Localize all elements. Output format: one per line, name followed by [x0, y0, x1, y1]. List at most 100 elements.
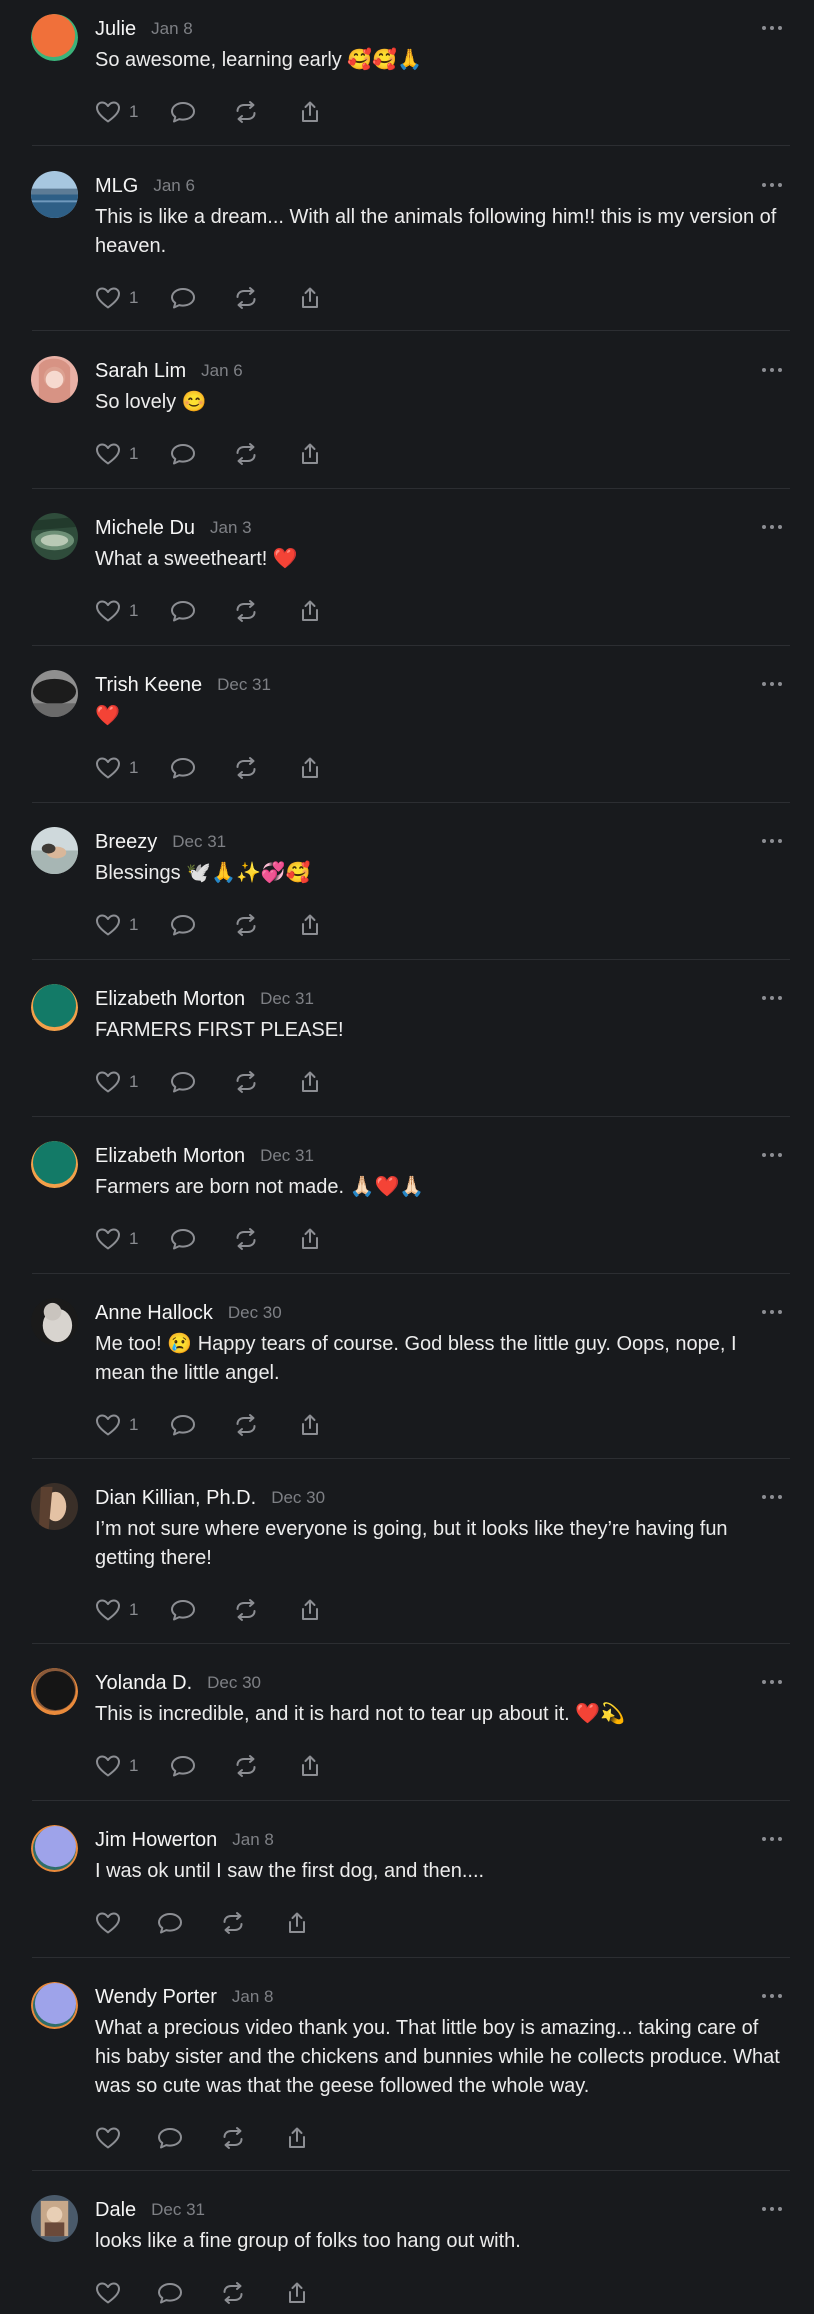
- avatar[interactable]: [31, 984, 78, 1031]
- reply-button[interactable]: [170, 910, 196, 940]
- author-name[interactable]: Elizabeth Morton: [95, 988, 245, 1011]
- avatar[interactable]: [31, 1298, 78, 1345]
- more-options-icon[interactable]: [760, 521, 784, 533]
- like-button[interactable]: 1: [95, 1224, 138, 1254]
- repost-button[interactable]: [233, 1067, 259, 1097]
- more-options-icon[interactable]: [760, 364, 784, 376]
- reply-button[interactable]: [170, 283, 196, 313]
- avatar[interactable]: [31, 171, 78, 218]
- author-name[interactable]: Sarah Lim: [95, 360, 186, 383]
- like-button[interactable]: 1: [95, 1751, 138, 1781]
- repost-button[interactable]: [233, 97, 259, 127]
- avatar[interactable]: [31, 14, 78, 61]
- avatar[interactable]: [31, 827, 78, 874]
- more-options-icon[interactable]: [760, 1990, 784, 2002]
- author-name[interactable]: Dale: [95, 2199, 136, 2222]
- more-options-icon[interactable]: [760, 678, 784, 690]
- author-name[interactable]: Yolanda D.: [95, 1672, 192, 1695]
- like-button[interactable]: 1: [95, 283, 138, 313]
- more-options-icon[interactable]: [760, 179, 784, 191]
- more-options-icon[interactable]: [760, 1491, 784, 1503]
- share-button[interactable]: [297, 596, 323, 626]
- avatar[interactable]: [31, 1825, 78, 1872]
- repost-button[interactable]: [233, 283, 259, 313]
- share-button[interactable]: [297, 1067, 323, 1097]
- repost-button[interactable]: [220, 1908, 246, 1938]
- reply-button[interactable]: [157, 2278, 183, 2308]
- reply-button[interactable]: [170, 753, 196, 783]
- repost-button[interactable]: [233, 910, 259, 940]
- share-button[interactable]: [284, 1908, 310, 1938]
- like-button[interactable]: 1: [95, 1067, 138, 1097]
- like-button[interactable]: 1: [95, 910, 138, 940]
- reply-button[interactable]: [170, 97, 196, 127]
- avatar[interactable]: [31, 356, 78, 403]
- like-button[interactable]: 1: [95, 97, 138, 127]
- more-options-icon[interactable]: [760, 1306, 784, 1318]
- avatar[interactable]: [31, 513, 78, 560]
- avatar[interactable]: [31, 1141, 78, 1188]
- reply-button[interactable]: [170, 1410, 196, 1440]
- share-button[interactable]: [297, 1751, 323, 1781]
- like-button[interactable]: 1: [95, 1410, 138, 1440]
- share-button[interactable]: [284, 2123, 310, 2153]
- repost-button[interactable]: [233, 439, 259, 469]
- share-button[interactable]: [297, 439, 323, 469]
- like-button[interactable]: [95, 2123, 121, 2153]
- divider: [32, 1957, 790, 1958]
- like-count: 1: [129, 915, 139, 934]
- author-name[interactable]: Jim Howerton: [95, 1829, 217, 1852]
- author-name[interactable]: Breezy: [95, 831, 157, 854]
- share-button[interactable]: [297, 1410, 323, 1440]
- like-button[interactable]: 1: [95, 753, 138, 783]
- avatar[interactable]: [31, 1982, 78, 2029]
- reply-button[interactable]: [170, 1751, 196, 1781]
- share-button[interactable]: [284, 2278, 310, 2308]
- like-button[interactable]: [95, 1908, 121, 1938]
- like-button[interactable]: 1: [95, 596, 138, 626]
- repost-button[interactable]: [233, 753, 259, 783]
- avatar[interactable]: [31, 1483, 78, 1530]
- share-button[interactable]: [297, 753, 323, 783]
- repost-button[interactable]: [233, 1751, 259, 1781]
- more-options-icon[interactable]: [760, 1149, 784, 1161]
- more-options-icon[interactable]: [760, 992, 784, 1004]
- avatar[interactable]: [31, 670, 78, 717]
- repost-button[interactable]: [220, 2278, 246, 2308]
- repost-button[interactable]: [220, 2123, 246, 2153]
- repost-button[interactable]: [233, 596, 259, 626]
- share-button[interactable]: [297, 1595, 323, 1625]
- author-name[interactable]: Michele Du: [95, 517, 195, 540]
- reply-button[interactable]: [170, 1067, 196, 1097]
- reply-button[interactable]: [157, 2123, 183, 2153]
- author-name[interactable]: Elizabeth Morton: [95, 1145, 245, 1168]
- repost-button[interactable]: [233, 1410, 259, 1440]
- like-button[interactable]: 1: [95, 439, 138, 469]
- more-options-icon[interactable]: [760, 835, 784, 847]
- reply-button[interactable]: [170, 1224, 196, 1254]
- repost-button[interactable]: [233, 1224, 259, 1254]
- like-button[interactable]: 1: [95, 1595, 138, 1625]
- reply-button[interactable]: [170, 439, 196, 469]
- more-options-icon[interactable]: [760, 22, 784, 34]
- author-name[interactable]: Anne Hallock: [95, 1302, 213, 1325]
- share-button[interactable]: [297, 910, 323, 940]
- reply-button[interactable]: [170, 1595, 196, 1625]
- repost-button[interactable]: [233, 1595, 259, 1625]
- author-name[interactable]: Dian Killian, Ph.D.: [95, 1487, 256, 1510]
- author-name[interactable]: Trish Keene: [95, 674, 202, 697]
- more-options-icon[interactable]: [760, 2203, 784, 2215]
- reply-button[interactable]: [157, 1908, 183, 1938]
- avatar[interactable]: [31, 1668, 78, 1715]
- share-button[interactable]: [297, 1224, 323, 1254]
- like-button[interactable]: [95, 2278, 121, 2308]
- author-name[interactable]: Julie: [95, 18, 136, 41]
- author-name[interactable]: MLG: [95, 175, 138, 198]
- more-options-icon[interactable]: [760, 1676, 784, 1688]
- avatar[interactable]: [31, 2195, 78, 2242]
- share-button[interactable]: [297, 283, 323, 313]
- share-button[interactable]: [297, 97, 323, 127]
- more-options-icon[interactable]: [760, 1833, 784, 1845]
- author-name[interactable]: Wendy Porter: [95, 1986, 217, 2009]
- reply-button[interactable]: [170, 596, 196, 626]
